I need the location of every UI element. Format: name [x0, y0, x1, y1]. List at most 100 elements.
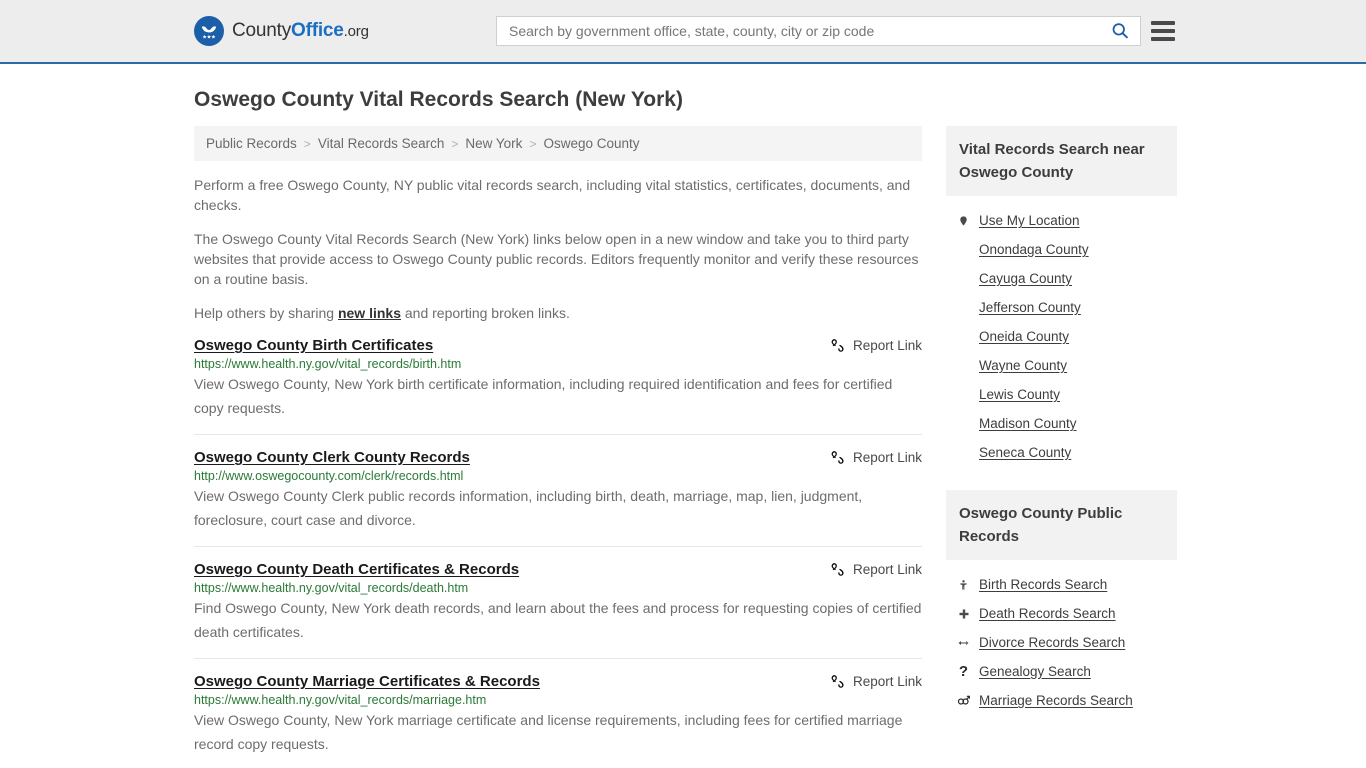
cross-icon: [957, 607, 970, 621]
broken-link-icon: [831, 675, 844, 688]
result-description: View Oswego County, New York birth certi…: [194, 376, 893, 416]
sidebar-item-cayuga-county[interactable]: Cayuga County: [946, 264, 1177, 293]
menu-bar-1: [1151, 21, 1175, 25]
breadcrumb-separator: >: [303, 136, 311, 151]
broken-link-icon: [831, 339, 844, 352]
result-header: Oswego County Death Certificates & Recor…: [194, 561, 922, 578]
question-mark-icon: ?: [958, 663, 969, 680]
sidebar-public-records-link[interactable]: Birth Records Search: [979, 577, 1107, 592]
sidebar: Vital Records Search near Oswego County …: [946, 126, 1177, 715]
result-description: View Oswego County Clerk public records …: [194, 488, 863, 528]
result-description: Find Oswego County, New York death recor…: [194, 600, 922, 640]
result-header: Oswego County Birth Certificates Report …: [194, 337, 922, 354]
result-item: Oswego County Death Certificates & Recor…: [194, 561, 922, 659]
sidebar-public-records-link[interactable]: Death Records Search: [979, 606, 1116, 621]
sidebar-public-records-list: Birth Records Search Death Records Searc…: [946, 560, 1177, 715]
report-link-button[interactable]: Report Link: [830, 338, 922, 353]
result-header: Oswego County Marriage Certificates & Re…: [194, 673, 922, 690]
intro-paragraph-2: The Oswego County Vital Records Search (…: [194, 231, 919, 287]
sidebar-item-madison-county[interactable]: Madison County: [946, 409, 1177, 438]
result-description: View Oswego County, New York marriage ce…: [194, 712, 903, 752]
brand-part-office: Office: [291, 20, 344, 41]
search-bar[interactable]: [496, 16, 1141, 46]
intro-paragraph-1: Perform a free Oswego County, NY public …: [194, 177, 911, 213]
page-body: Oswego County Vital Records Search (New …: [0, 88, 1366, 768]
left-right-arrow-icon: [957, 637, 970, 649]
report-link-label: Report Link: [852, 674, 922, 689]
result-url: https://www.health.ny.gov/vital_records/…: [194, 693, 487, 707]
sidebar-nearby-link[interactable]: Onondaga County: [979, 242, 1089, 257]
sidebar-nearby-link[interactable]: Jefferson County: [979, 300, 1081, 315]
result-title-link[interactable]: Oswego County Birth Certificates: [194, 337, 433, 354]
sidebar-nearby-list: Use My Location Onondaga County Cayuga C…: [946, 196, 1177, 467]
report-link-label: Report Link: [852, 450, 922, 465]
result-item: Oswego County Birth Certificates Report …: [194, 337, 922, 435]
broken-link-icon: [831, 563, 844, 576]
result-url: https://www.health.ny.gov/vital_records/…: [194, 357, 462, 371]
search-icon: [1112, 23, 1128, 39]
male-female-icon: [957, 694, 970, 707]
breadcrumb-item-vital-records-search[interactable]: Vital Records Search: [318, 136, 445, 151]
sidebar-nearby-link[interactable]: Wayne County: [979, 358, 1067, 373]
breadcrumb-separator: >: [451, 136, 459, 151]
breadcrumb: Public Records > Vital Records Search > …: [194, 126, 922, 161]
breadcrumb-item-oswego-county[interactable]: Oswego County: [543, 136, 639, 151]
results-list: Oswego County Birth Certificates Report …: [194, 337, 922, 768]
report-link-button[interactable]: Report Link: [830, 674, 922, 689]
menu-bar-2: [1151, 29, 1175, 33]
sidebar-nearby-link[interactable]: Oneida County: [979, 329, 1069, 344]
result-item: Oswego County Marriage Certificates & Re…: [194, 673, 922, 768]
brand-part-tld: .org: [343, 23, 369, 40]
report-link-button[interactable]: Report Link: [830, 450, 922, 465]
brand-part-county: County: [232, 20, 292, 41]
intro-text: Perform a free Oswego County, NY public …: [194, 175, 922, 323]
sidebar-item-seneca-county[interactable]: Seneca County: [946, 438, 1177, 467]
sidebar-item-use-my-location[interactable]: Use My Location: [946, 206, 1177, 235]
result-title-link[interactable]: Oswego County Clerk County Records: [194, 449, 470, 466]
sidebar-nearby-link[interactable]: Use My Location: [979, 213, 1080, 228]
search-button[interactable]: [1108, 21, 1132, 41]
result-title-link[interactable]: Oswego County Death Certificates & Recor…: [194, 561, 519, 578]
result-url: http://www.oswegocounty.com/clerk/record…: [194, 469, 464, 483]
sidebar-nearby-link[interactable]: Seneca County: [979, 445, 1071, 460]
sidebar-item-marriage-records-search[interactable]: Marriage Records Search: [946, 686, 1177, 715]
sidebar-public-records-link[interactable]: Marriage Records Search: [979, 693, 1133, 708]
sidebar-public-records-heading: Oswego County Public Records: [946, 490, 1177, 560]
sidebar-item-birth-records-search[interactable]: Birth Records Search: [946, 570, 1177, 599]
sidebar-card-nearby: Vital Records Search near Oswego County …: [946, 126, 1177, 467]
sidebar-nearby-link[interactable]: Lewis County: [979, 387, 1060, 402]
sidebar-item-jefferson-county[interactable]: Jefferson County: [946, 293, 1177, 322]
intro-paragraph-3: Help others by sharing new links and rep…: [194, 303, 922, 323]
sidebar-public-records-link[interactable]: Genealogy Search: [979, 664, 1091, 679]
eagle-stars-logo-icon: [194, 16, 224, 46]
sidebar-item-oneida-county[interactable]: Oneida County: [946, 322, 1177, 351]
sidebar-item-genealogy-search[interactable]: ? Genealogy Search: [946, 657, 1177, 686]
map-pin-icon: [957, 214, 970, 228]
breadcrumb-item-public-records[interactable]: Public Records: [206, 136, 297, 151]
result-item: Oswego County Clerk County Records Repor…: [194, 449, 922, 547]
sidebar-card-public-records: Oswego County Public Records Birth Recor…: [946, 490, 1177, 715]
breadcrumb-item-new-york[interactable]: New York: [465, 136, 522, 151]
hamburger-menu-icon[interactable]: [1151, 21, 1175, 41]
menu-bar-3: [1151, 37, 1175, 41]
sidebar-item-divorce-records-search[interactable]: Divorce Records Search: [946, 628, 1177, 657]
result-title-link[interactable]: Oswego County Marriage Certificates & Re…: [194, 673, 540, 690]
sidebar-item-death-records-search[interactable]: Death Records Search: [946, 599, 1177, 628]
broken-link-icon: [831, 451, 844, 464]
content-columns: Public Records > Vital Records Search > …: [194, 126, 1177, 768]
sidebar-item-wayne-county[interactable]: Wayne County: [946, 351, 1177, 380]
new-links-link[interactable]: new links: [338, 305, 401, 321]
site-header: CountyOffice.org: [0, 0, 1366, 64]
intro-p3-before: Help others by sharing: [194, 305, 338, 321]
sidebar-nearby-link[interactable]: Madison County: [979, 416, 1077, 431]
report-link-button[interactable]: Report Link: [830, 562, 922, 577]
page-title: Oswego County Vital Records Search (New …: [194, 88, 683, 111]
sidebar-nearby-link[interactable]: Cayuga County: [979, 271, 1072, 286]
sidebar-item-onondaga-county[interactable]: Onondaga County: [946, 235, 1177, 264]
sidebar-item-lewis-county[interactable]: Lewis County: [946, 380, 1177, 409]
baby-icon: [957, 578, 970, 592]
sidebar-public-records-link[interactable]: Divorce Records Search: [979, 635, 1125, 650]
intro-p3-after: and reporting broken links.: [401, 305, 570, 321]
search-input[interactable]: [507, 22, 1108, 40]
site-logo[interactable]: CountyOffice.org: [194, 16, 369, 46]
